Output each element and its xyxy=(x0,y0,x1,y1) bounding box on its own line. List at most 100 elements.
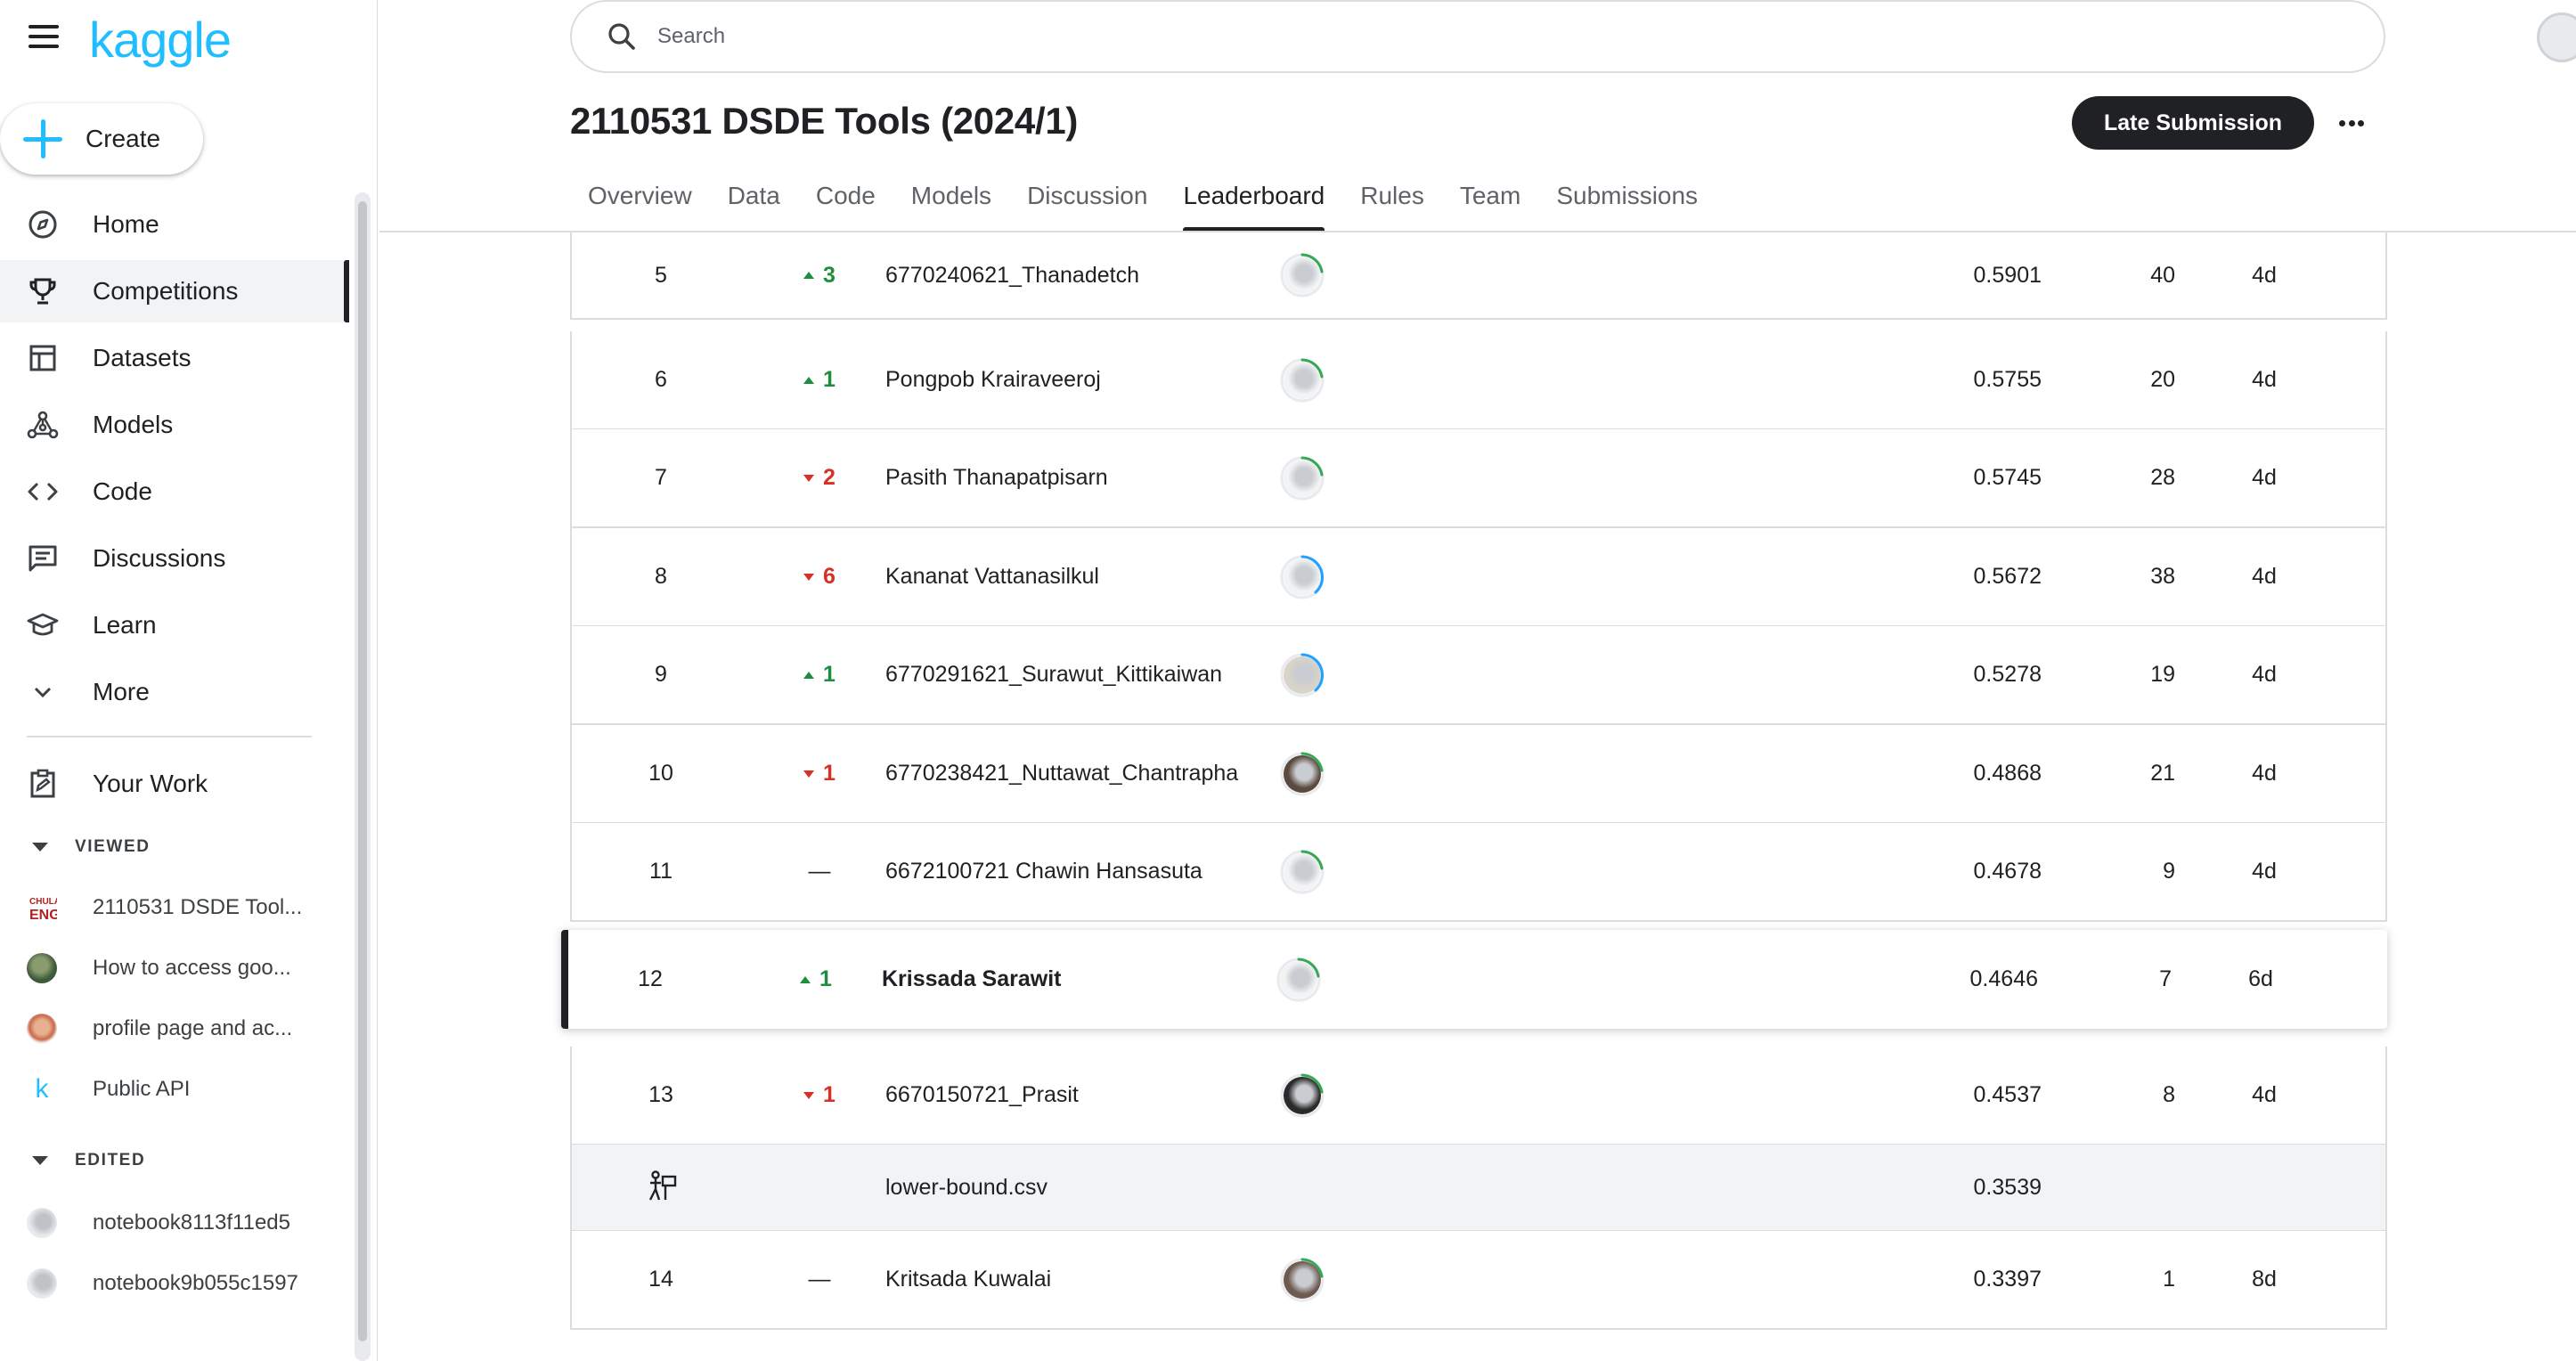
team-members[interactable] xyxy=(1276,1231,1329,1328)
team-members[interactable] xyxy=(1276,1047,1329,1144)
entries-cell: 8 xyxy=(2163,1082,2175,1107)
recent-item[interactable]: notebook9b055c1597 xyxy=(27,1261,347,1306)
avatar[interactable] xyxy=(1279,1257,1325,1303)
table-row[interactable]: 13 1 6670150721_Prasit 0.4537 8 4d xyxy=(570,1047,2387,1145)
menu-icon[interactable] xyxy=(29,25,59,50)
team-name[interactable]: 6672100721 Chawin Hansasuta xyxy=(885,823,1277,920)
team-members[interactable] xyxy=(1276,429,1329,526)
trophy-icon xyxy=(27,275,59,307)
table-row[interactable]: 8 6 Kananat Vattanasilkul 0.5672 38 4d xyxy=(570,528,2387,627)
team-name[interactable]: Krissada Sarawit xyxy=(882,930,1274,1029)
sidebar-item-home[interactable]: Home xyxy=(0,193,349,256)
search-input[interactable]: Search xyxy=(657,24,725,49)
recent-item[interactable]: notebook8113f11ed5 xyxy=(27,1201,347,1245)
avatar[interactable] xyxy=(1279,455,1325,501)
tab-code[interactable]: Code xyxy=(798,175,893,232)
sidebar-item-code[interactable]: Code xyxy=(0,460,349,523)
team-name[interactable]: Pasith Thanapatpisarn xyxy=(885,429,1277,526)
recent-item[interactable]: k Public API xyxy=(27,1067,347,1112)
tab-team[interactable]: Team xyxy=(1442,175,1538,232)
team-name[interactable]: 6770238421_Nuttawat_Chantrapha xyxy=(885,725,1277,822)
scrollbar-thumb[interactable] xyxy=(358,201,367,1341)
last-submission-cell: 4d xyxy=(2252,564,2277,589)
team-name[interactable]: 6670150721_Prasit xyxy=(885,1047,1277,1144)
table-row[interactable]: 5 3 6770240621_Thanadetch 0.5901 40 4d xyxy=(570,232,2387,320)
tab-data[interactable]: Data xyxy=(710,175,798,232)
table-row[interactable]: 7 2 Pasith Thanapatpisarn 0.5745 28 4d xyxy=(570,429,2387,528)
edited-section-toggle[interactable]: EDITED xyxy=(32,1151,145,1170)
avatar[interactable] xyxy=(1279,252,1325,298)
create-button-label: Create xyxy=(86,125,161,152)
rank-change: 1 xyxy=(762,930,869,1029)
rank-cell: 10 xyxy=(648,761,673,786)
sidebar-item-discussions[interactable]: Discussions xyxy=(0,527,349,590)
tab-discussion[interactable]: Discussion xyxy=(1009,175,1165,232)
table-row[interactable]: 14 — Kritsada Kuwalai 0.3397 1 8d xyxy=(570,1231,2387,1330)
recent-item[interactable]: CHULAENG 2110531 DSDE Tool... xyxy=(27,885,347,930)
last-submission-cell: 4d xyxy=(2252,662,2277,687)
score-cell: 0.5901 xyxy=(1973,262,2042,288)
tab-models[interactable]: Models xyxy=(893,175,1009,232)
sidebar-item-label: Code xyxy=(93,477,152,505)
sidebar-item-more[interactable]: More xyxy=(0,661,349,723)
sidebar-item-learn[interactable]: Learn xyxy=(0,594,349,656)
rank-cell: 5 xyxy=(655,262,667,288)
team-name[interactable]: 6770291621_Surawut_Kittikaiwan xyxy=(885,626,1277,723)
entries-cell: 9 xyxy=(2163,859,2175,884)
tab-overview[interactable]: Overview xyxy=(570,175,710,232)
tab-submissions[interactable]: Submissions xyxy=(1538,175,1716,232)
table-row[interactable]: 11 — 6672100721 Chawin Hansasuta 0.4678 9 4d xyxy=(570,823,2387,922)
table-row[interactable]: 10 1 6770238421_Nuttawat_Chantrapha 0.4868 2… xyxy=(570,725,2387,824)
avatar[interactable] xyxy=(1279,751,1325,797)
team-members[interactable] xyxy=(1276,528,1329,625)
tab-leaderboard[interactable]: Leaderboard xyxy=(1165,175,1342,232)
table-row[interactable]: 6 1 Pongpob Krairaveeroj 0.5755 20 4d xyxy=(570,331,2387,430)
viewed-section-toggle[interactable]: VIEWED xyxy=(32,837,151,857)
rank-cell: 8 xyxy=(655,564,667,589)
kaggle-logo[interactable]: kaggle xyxy=(89,11,232,69)
models-icon xyxy=(27,409,59,441)
search-bar[interactable]: Search xyxy=(570,0,2385,73)
recent-item[interactable]: profile page and ac... xyxy=(27,1006,347,1051)
team-members[interactable] xyxy=(1276,331,1329,428)
avatar[interactable] xyxy=(1279,357,1325,403)
rank-change: 3 xyxy=(766,232,873,318)
team-members[interactable] xyxy=(1276,626,1329,723)
benchmark-name[interactable]: lower-bound.csv xyxy=(885,1145,1277,1230)
avatar xyxy=(27,1268,57,1299)
avatar[interactable] xyxy=(1279,652,1325,698)
team-members[interactable] xyxy=(1276,823,1329,920)
rank-change: 1 xyxy=(766,1047,873,1144)
team-members[interactable] xyxy=(1276,232,1329,318)
team-name[interactable]: Kananat Vattanasilkul xyxy=(885,528,1277,625)
team-members[interactable] xyxy=(1276,725,1329,822)
recent-item[interactable]: How to access goo... xyxy=(27,946,347,990)
sidebar-item-label: More xyxy=(93,678,150,705)
rank-change: — xyxy=(766,1231,873,1328)
tab-rules[interactable]: Rules xyxy=(1342,175,1442,232)
sidebar-item-models[interactable]: Models xyxy=(0,394,349,456)
late-submission-button[interactable]: Late Submission xyxy=(2072,96,2314,150)
table-row[interactable]: 9 1 6770291621_Surawut_Kittikaiwan 0.5278 19… xyxy=(570,626,2387,725)
sidebar-item-your-work[interactable]: Your Work xyxy=(0,753,349,815)
team-name[interactable]: 6770240621_Thanadetch xyxy=(885,232,1277,318)
avatar[interactable] xyxy=(1279,1072,1325,1119)
sidebar-item-datasets[interactable]: Datasets xyxy=(0,327,349,389)
more-options-icon[interactable] xyxy=(2334,105,2369,141)
benchmark-row[interactable]: lower-bound.csv 0.3539 xyxy=(570,1145,2387,1232)
rank-down-icon xyxy=(803,770,815,778)
create-button[interactable]: Create xyxy=(0,103,203,175)
my-team-row[interactable]: 12 1 Krissada Sarawit 0.4646 7 6d xyxy=(561,930,2387,1029)
avatar[interactable] xyxy=(1279,849,1325,895)
avatar[interactable] xyxy=(1276,957,1322,1003)
team-members[interactable] xyxy=(1272,930,1325,1029)
sidebar-item-label: Your Work xyxy=(93,770,208,797)
sidebar-scrollbar[interactable] xyxy=(355,192,371,1361)
sidebar-item-competitions[interactable]: Competitions xyxy=(0,260,349,322)
user-avatar[interactable] xyxy=(2537,12,2576,62)
recent-item-label: How to access goo... xyxy=(93,956,291,980)
team-name[interactable]: Pongpob Krairaveeroj xyxy=(885,331,1277,428)
team-name[interactable]: Kritsada Kuwalai xyxy=(885,1231,1277,1328)
avatar[interactable] xyxy=(1279,554,1325,600)
svg-text:CHULA: CHULA xyxy=(29,897,57,907)
